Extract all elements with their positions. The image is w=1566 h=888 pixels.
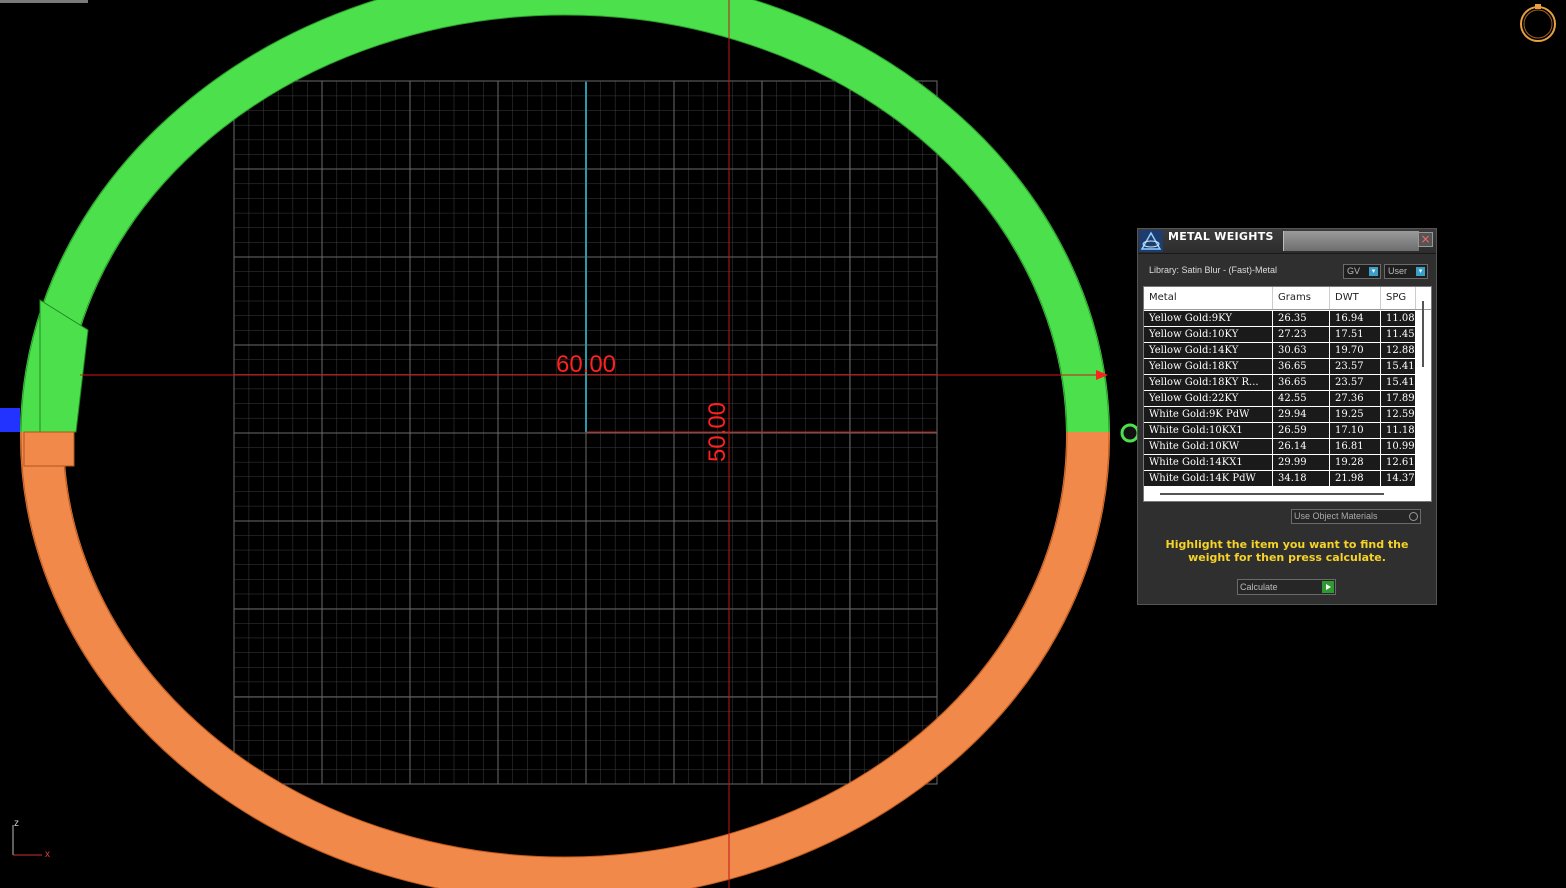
cell-dwt: 19.25 bbox=[1330, 407, 1381, 422]
cell-dwt: 21.98 bbox=[1330, 471, 1381, 486]
cell-dwt: 23.57 bbox=[1330, 375, 1381, 390]
table-row[interactable]: White Gold:10KW 26.14 16.81 10.99 bbox=[1144, 439, 1416, 455]
cell-grams: 36.65 bbox=[1273, 375, 1330, 390]
panel-titlebar[interactable]: METAL WEIGHTS × bbox=[1138, 229, 1436, 254]
user-dropdown[interactable]: User ▾ bbox=[1384, 264, 1428, 279]
cell-dwt: 19.28 bbox=[1330, 455, 1381, 470]
cell-grams: 30.63 bbox=[1273, 343, 1330, 358]
table-row[interactable]: Yellow Gold:18KY R... 36.65 23.57 15.41 bbox=[1144, 375, 1416, 391]
panel-title: METAL WEIGHTS bbox=[1168, 230, 1274, 243]
axis-z-label: z bbox=[14, 818, 19, 829]
titlebar-tab bbox=[1283, 231, 1419, 251]
close-button[interactable]: × bbox=[1418, 232, 1433, 247]
dropdown-arrow-icon: ▾ bbox=[1416, 267, 1425, 276]
cell-metal: Yellow Gold:22KY bbox=[1144, 391, 1273, 406]
table-body: Yellow Gold:9KY 26.35 16.94 11.08 Yellow Go… bbox=[1144, 311, 1416, 487]
cell-spg: 11.18 bbox=[1381, 423, 1416, 438]
user-label: User bbox=[1388, 266, 1408, 276]
ring-seam-marker bbox=[1120, 423, 1140, 443]
cell-dwt: 23.57 bbox=[1330, 359, 1381, 374]
cell-spg: 12.88 bbox=[1381, 343, 1416, 358]
calculate-label: Calculate bbox=[1240, 582, 1278, 592]
column-header-metal[interactable]: Metal bbox=[1144, 287, 1273, 309]
cell-metal: Yellow Gold:9KY bbox=[1144, 311, 1273, 326]
horizontal-scrollbar[interactable] bbox=[1160, 493, 1384, 495]
table-row[interactable]: White Gold:10KX1 26.59 17.10 11.18 bbox=[1144, 423, 1416, 439]
cell-spg: 12.59 bbox=[1381, 407, 1416, 422]
vertical-scrollbar[interactable] bbox=[1422, 301, 1424, 367]
cell-metal: White Gold:14K PdW bbox=[1144, 471, 1273, 486]
axis-x-label: x bbox=[45, 849, 50, 860]
cell-dwt: 16.94 bbox=[1330, 311, 1381, 326]
cell-spg: 17.89 bbox=[1381, 391, 1416, 406]
instruction-text: Highlight the item you want to find the … bbox=[1165, 538, 1409, 564]
cell-dwt: 19.70 bbox=[1330, 343, 1381, 358]
cell-grams: 26.59 bbox=[1273, 423, 1330, 438]
cell-metal: White Gold:14KX1 bbox=[1144, 455, 1273, 470]
cell-dwt: 17.51 bbox=[1330, 327, 1381, 342]
cell-metal: White Gold:10KW bbox=[1144, 439, 1273, 454]
cell-grams: 26.14 bbox=[1273, 439, 1330, 454]
metal-weights-panel: METAL WEIGHTS × Library: Satin Blur - (F… bbox=[1137, 228, 1437, 605]
table-row[interactable]: White Gold:14KX1 29.99 19.28 12.61 bbox=[1144, 455, 1416, 471]
dimension-vertical: 50.00 bbox=[704, 402, 731, 462]
table-row[interactable]: Yellow Gold:22KY 42.55 27.36 17.89 bbox=[1144, 391, 1416, 407]
gv-label: GV bbox=[1347, 266, 1361, 276]
column-header-spg[interactable]: SPG bbox=[1381, 287, 1416, 309]
cell-grams: 26.35 bbox=[1273, 311, 1330, 326]
cell-dwt: 17.10 bbox=[1330, 423, 1381, 438]
cell-grams: 29.99 bbox=[1273, 455, 1330, 470]
calculate-button[interactable]: Calculate bbox=[1237, 579, 1336, 595]
cell-spg: 10.99 bbox=[1381, 439, 1416, 454]
table-header: Metal Grams DWT SPG bbox=[1144, 287, 1431, 310]
play-icon bbox=[1322, 581, 1334, 593]
cell-spg: 14.37 bbox=[1381, 471, 1416, 486]
app-logo-icon bbox=[1139, 230, 1163, 252]
table-row[interactable]: Yellow Gold:9KY 26.35 16.94 11.08 bbox=[1144, 311, 1416, 327]
library-label: Library: Satin Blur - (Fast)-Metal bbox=[1149, 265, 1278, 275]
cell-grams: 42.55 bbox=[1273, 391, 1330, 406]
radio-icon bbox=[1409, 512, 1418, 521]
cell-metal: Yellow Gold:14KY bbox=[1144, 343, 1273, 358]
column-header-grams[interactable]: Grams bbox=[1273, 287, 1330, 309]
cell-grams: 34.18 bbox=[1273, 471, 1330, 486]
table-row[interactable]: Yellow Gold:10KY 27.23 17.51 11.45 bbox=[1144, 327, 1416, 343]
cell-metal: White Gold:9K PdW bbox=[1144, 407, 1273, 422]
cell-spg: 15.41 bbox=[1381, 375, 1416, 390]
table-row[interactable]: Yellow Gold:14KY 30.63 19.70 12.88 bbox=[1144, 343, 1416, 359]
table-row[interactable]: White Gold:9K PdW 29.94 19.25 12.59 bbox=[1144, 407, 1416, 423]
cell-metal: White Gold:10KX1 bbox=[1144, 423, 1273, 438]
ring-clasp-left bbox=[0, 299, 89, 467]
cell-grams: 36.65 bbox=[1273, 359, 1330, 374]
axis-triad: z x bbox=[12, 818, 50, 860]
gv-dropdown[interactable]: GV ▾ bbox=[1343, 264, 1381, 279]
cell-metal: Yellow Gold:10KY bbox=[1144, 327, 1273, 342]
cell-grams: 27.23 bbox=[1273, 327, 1330, 342]
dimension-horizontal: 60.00 bbox=[556, 351, 616, 378]
table-row[interactable]: Yellow Gold:18KY 36.65 23.57 15.41 bbox=[1144, 359, 1416, 375]
cell-dwt: 27.36 bbox=[1330, 391, 1381, 406]
dropdown-arrow-icon: ▾ bbox=[1369, 267, 1378, 276]
metal-weights-table[interactable]: Metal Grams DWT SPG Yellow Gold:9KY 26.35… bbox=[1143, 286, 1432, 502]
cell-spg: 11.45 bbox=[1381, 327, 1416, 342]
column-header-dwt[interactable]: DWT bbox=[1330, 287, 1381, 309]
cell-grams: 29.94 bbox=[1273, 407, 1330, 422]
table-row[interactable]: White Gold:14K PdW 34.18 21.98 14.37 bbox=[1144, 471, 1416, 487]
cell-metal: Yellow Gold:18KY bbox=[1144, 359, 1273, 374]
view-cube-icon[interactable] bbox=[1517, 2, 1559, 44]
use-object-materials-label: Use Object Materials bbox=[1294, 511, 1378, 521]
cell-dwt: 16.81 bbox=[1330, 439, 1381, 454]
use-object-materials-dropdown[interactable]: Use Object Materials bbox=[1291, 509, 1421, 524]
cell-spg: 12.61 bbox=[1381, 455, 1416, 470]
cell-metal: Yellow Gold:18KY R... bbox=[1144, 375, 1273, 390]
cell-spg: 15.41 bbox=[1381, 359, 1416, 374]
cell-spg: 11.08 bbox=[1381, 311, 1416, 326]
